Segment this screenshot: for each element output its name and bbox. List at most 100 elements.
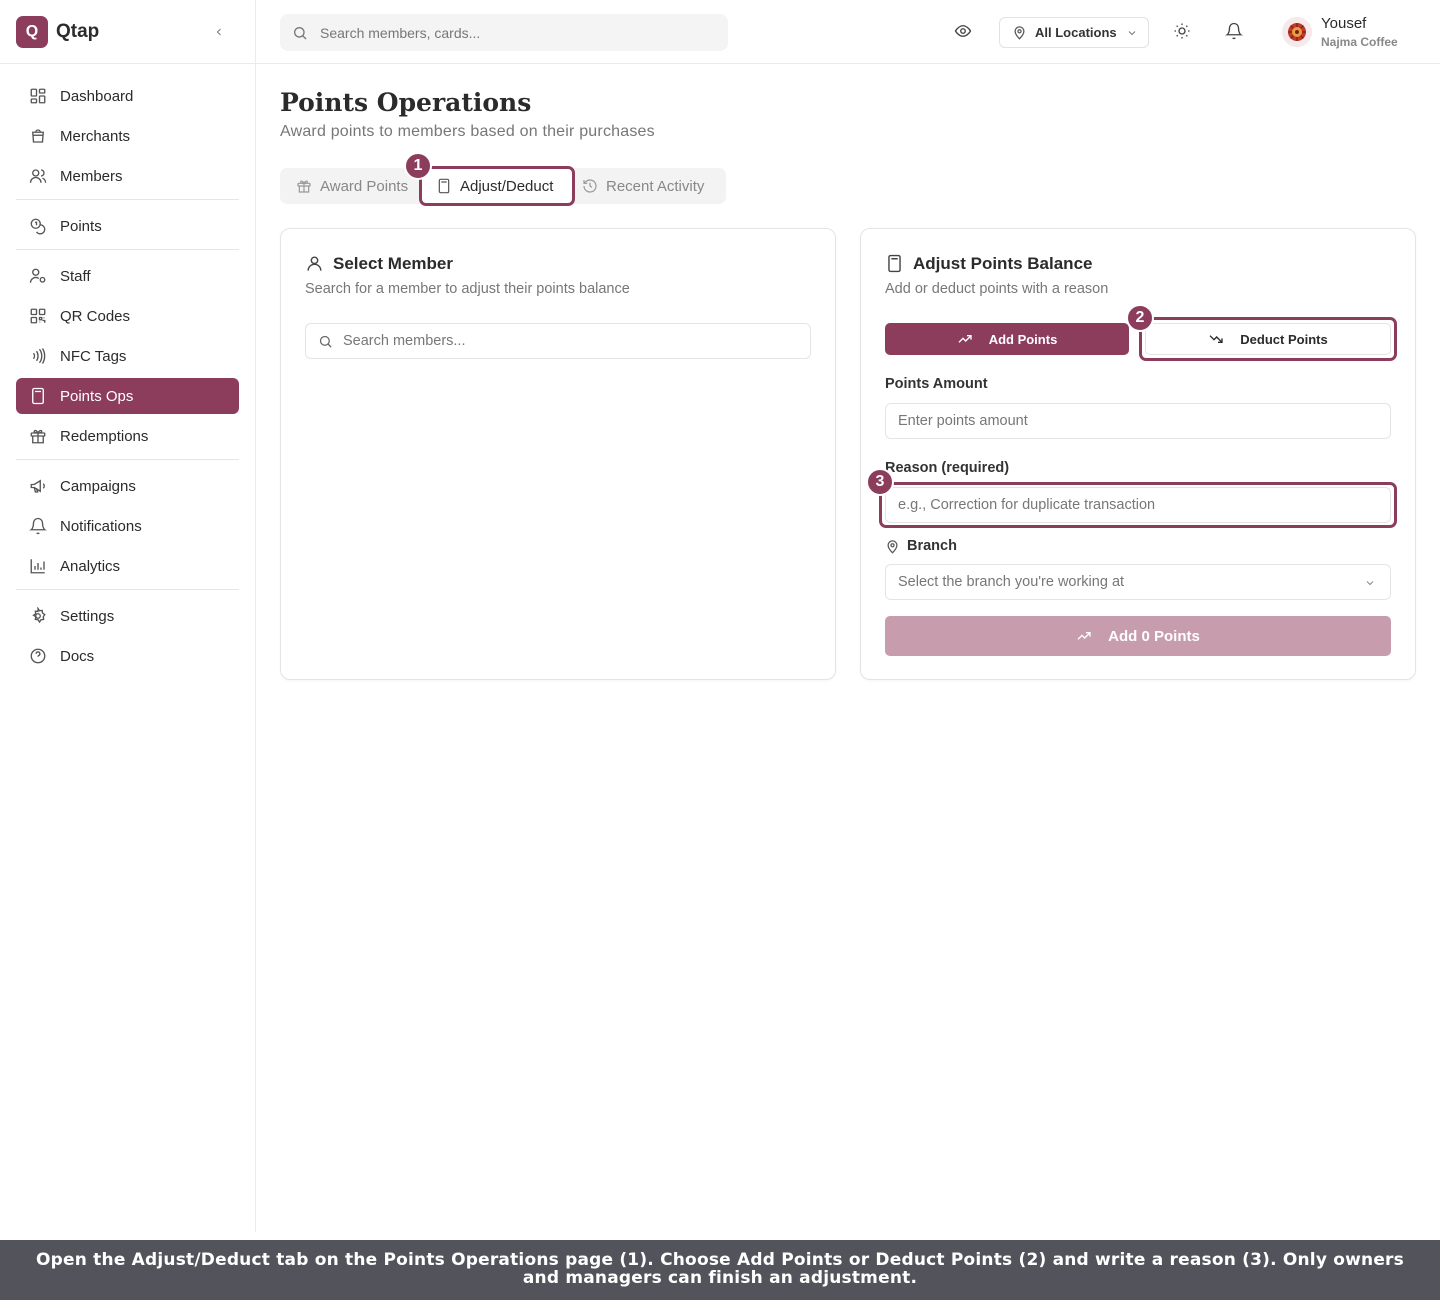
gift-icon (296, 178, 312, 194)
sidebar-item-label: Settings (60, 607, 115, 625)
page-subtitle: Award points to members based on their p… (280, 123, 655, 140)
points-amount-input[interactable] (885, 403, 1391, 439)
chevron-down-icon (1364, 577, 1376, 589)
global-search-input[interactable] (320, 24, 700, 41)
sidebar-item-label: Notifications (60, 517, 142, 535)
sidebar-item-docs[interactable]: Docs (16, 638, 239, 674)
sidebar-item-staff[interactable]: Staff (16, 258, 239, 294)
calculator-icon (885, 254, 905, 274)
submit-adjustment-button[interactable]: Add 0 Points (885, 616, 1391, 656)
brand-logo: Q (16, 15, 48, 48)
sidebar-item-label: Points (60, 217, 102, 235)
avatar[interactable] (1282, 17, 1312, 47)
sidebar: Q Qtap Dashboard Merchants Members Point… (0, 0, 256, 1232)
user-cog-icon (28, 266, 48, 286)
add-points-button[interactable]: Add Points (885, 323, 1129, 355)
sidebar-item-merchants[interactable]: Merchants (16, 118, 239, 154)
branch-select[interactable]: Select the branch you're working at (885, 564, 1391, 600)
reason-label: Reason (required) (885, 460, 1010, 476)
nfc-icon (28, 346, 48, 366)
sidebar-item-notifications[interactable]: Notifications (16, 508, 239, 544)
tab-label: Recent Activity (606, 177, 705, 195)
card-title-text: Adjust Points Balance (913, 254, 1093, 273)
sidebar-item-label: QR Codes (60, 307, 131, 325)
sidebar-item-label: Campaigns (60, 477, 136, 495)
adjust-points-subtitle: Add or deduct points with a reason (885, 281, 1109, 297)
global-search[interactable] (280, 14, 728, 51)
sidebar-item-analytics[interactable]: Analytics (16, 548, 239, 584)
shopping-bag-icon (28, 126, 48, 146)
step-badge-2: 2 (1126, 304, 1154, 332)
help-circle-icon (28, 646, 48, 666)
search-icon (318, 334, 333, 349)
map-pin-icon (885, 539, 900, 554)
sidebar-item-label: Dashboard (60, 87, 134, 105)
adjust-points-title: Adjust Points Balance (885, 254, 1092, 274)
points-ops-tabs: Award Points Adjust/Deduct Recent Activi… (280, 168, 726, 204)
member-search[interactable] (305, 323, 811, 359)
reason-input[interactable] (885, 487, 1391, 523)
coins-icon (28, 216, 48, 236)
sidebar-item-points-ops[interactable]: Points Ops (16, 378, 239, 414)
deduct-points-label: Deduct Points (1240, 331, 1328, 347)
tab-label: Award Points (320, 177, 409, 195)
nav-divider (16, 589, 239, 590)
sidebar-item-qr-codes[interactable]: QR Codes (16, 298, 239, 334)
sun-icon[interactable] (1173, 22, 1193, 42)
sidebar-item-dashboard[interactable]: Dashboard (16, 78, 239, 114)
history-icon (582, 178, 598, 194)
step-badge-3: 3 (866, 468, 894, 496)
branch-label-text: Branch (907, 538, 957, 554)
qr-code-icon (28, 306, 48, 326)
tab-award-points[interactable]: Award Points (296, 168, 408, 204)
calculator-icon (28, 386, 48, 406)
deduct-points-button[interactable]: Deduct Points (1145, 323, 1391, 355)
adjust-points-card: Adjust Points Balance Add or deduct poin… (860, 228, 1416, 680)
trending-up-icon (1076, 628, 1092, 644)
page-title: Points Operations (280, 88, 532, 117)
chevron-down-icon (1126, 27, 1138, 39)
branch-label: Branch (885, 538, 957, 554)
eye-icon[interactable] (954, 22, 974, 42)
sidebar-item-label: Staff (60, 267, 91, 285)
sidebar-item-nfc-tags[interactable]: NFC Tags (16, 338, 239, 374)
bar-chart-icon (28, 556, 48, 576)
user-organization: Najma Coffee (1321, 35, 1398, 49)
instruction-caption: Open the Adjust/Deduct tab on the Points… (0, 1240, 1440, 1300)
tab-recent-activity[interactable]: Recent Activity (582, 168, 704, 204)
submit-label: Add 0 Points (1108, 627, 1200, 645)
points-amount-label: Points Amount (885, 376, 988, 392)
location-label: All Locations (1035, 25, 1117, 40)
sidebar-item-label: Analytics (60, 557, 121, 575)
select-member-card: Select Member Search for a member to adj… (280, 228, 836, 680)
collapse-sidebar-icon[interactable] (209, 22, 229, 42)
top-header: All Locations Yousef Najma Coffee (256, 0, 1440, 64)
trending-down-icon (1208, 331, 1224, 347)
sidebar-item-campaigns[interactable]: Campaigns (16, 468, 239, 504)
search-icon (292, 25, 308, 41)
sidebar-item-label: NFC Tags (60, 347, 127, 365)
member-search-input[interactable] (343, 333, 783, 349)
select-member-title: Select Member (305, 254, 453, 274)
nav-divider (16, 459, 239, 460)
sidebar-item-points[interactable]: Points (16, 208, 239, 244)
tab-adjust-deduct[interactable]: Adjust/Deduct (422, 168, 572, 204)
select-member-subtitle: Search for a member to adjust their poin… (305, 281, 630, 297)
step-badge-1: 1 (404, 152, 432, 180)
sidebar-item-members[interactable]: Members (16, 158, 239, 194)
calculator-icon (436, 178, 452, 194)
user-icon (305, 254, 325, 274)
gear-icon (28, 606, 48, 626)
brand-name: Qtap (56, 20, 100, 42)
sidebar-item-label: Merchants (60, 127, 131, 145)
dashboard-icon (28, 86, 48, 106)
location-selector[interactable]: All Locations (999, 17, 1149, 48)
sidebar-nav: Dashboard Merchants Members Points Staff… (0, 64, 255, 674)
tab-label: Adjust/Deduct (460, 177, 554, 195)
gift-icon (28, 426, 48, 446)
bell-icon[interactable] (1225, 22, 1245, 42)
megaphone-icon (28, 476, 48, 496)
card-title-text: Select Member (333, 254, 453, 273)
sidebar-item-settings[interactable]: Settings (16, 598, 239, 634)
sidebar-item-redemptions[interactable]: Redemptions (16, 418, 239, 454)
